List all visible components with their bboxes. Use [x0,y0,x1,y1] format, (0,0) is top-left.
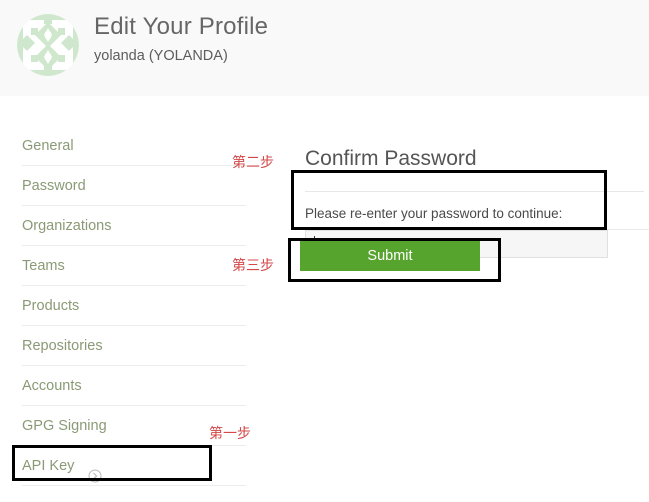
sidebar-item-label: API Key [22,458,75,475]
section-divider [305,190,644,192]
sidebar-item-organizations[interactable]: Organizations [22,206,246,246]
profile-header: Edit Your Profile yolanda (YOLANDA) [0,0,649,96]
sidebar-item-label: General [22,138,74,155]
profile-subtitle: yolanda (YOLANDA) [94,48,228,64]
sidebar-item-label: Accounts [22,378,82,395]
submit-button[interactable]: Submit [300,241,480,271]
page-title: Edit Your Profile [94,13,269,40]
settings-sidebar: General Password Organizations Teams Pro… [22,126,246,486]
circle-chevron-right-icon [88,459,102,483]
sidebar-item-label: Products [22,298,80,315]
sidebar-item-password[interactable]: Password [22,166,246,206]
section-title: Confirm Password [305,147,477,171]
sidebar-item-label: Organizations [22,218,112,235]
sidebar-item-products[interactable]: Products [22,286,246,326]
sidebar-item-accounts[interactable]: Accounts [22,366,246,406]
confirm-password-panel: Confirm Password Please re-enter your pa… [305,128,649,258]
sidebar-item-label: Teams [22,258,65,275]
sidebar-item-label: Password [22,178,86,195]
password-field-label: Please re-enter your password to continu… [305,205,563,221]
identicon-avatar-icon [17,14,79,76]
sidebar-item-label: Repositories [22,338,103,355]
sidebar-item-teams[interactable]: Teams [22,246,246,286]
avatar [17,14,79,76]
sidebar-item-gpg-signing[interactable]: GPG Signing [22,406,246,446]
sidebar-item-repositories[interactable]: Repositories [22,326,246,366]
header-text-block: Edit Your Profile yolanda (YOLANDA) [94,12,268,66]
sidebar-item-general[interactable]: General [22,126,246,166]
sidebar-item-label: GPG Signing [22,418,107,435]
form-divider [305,229,649,230]
sidebar-item-api-key[interactable]: API Key [22,446,246,486]
